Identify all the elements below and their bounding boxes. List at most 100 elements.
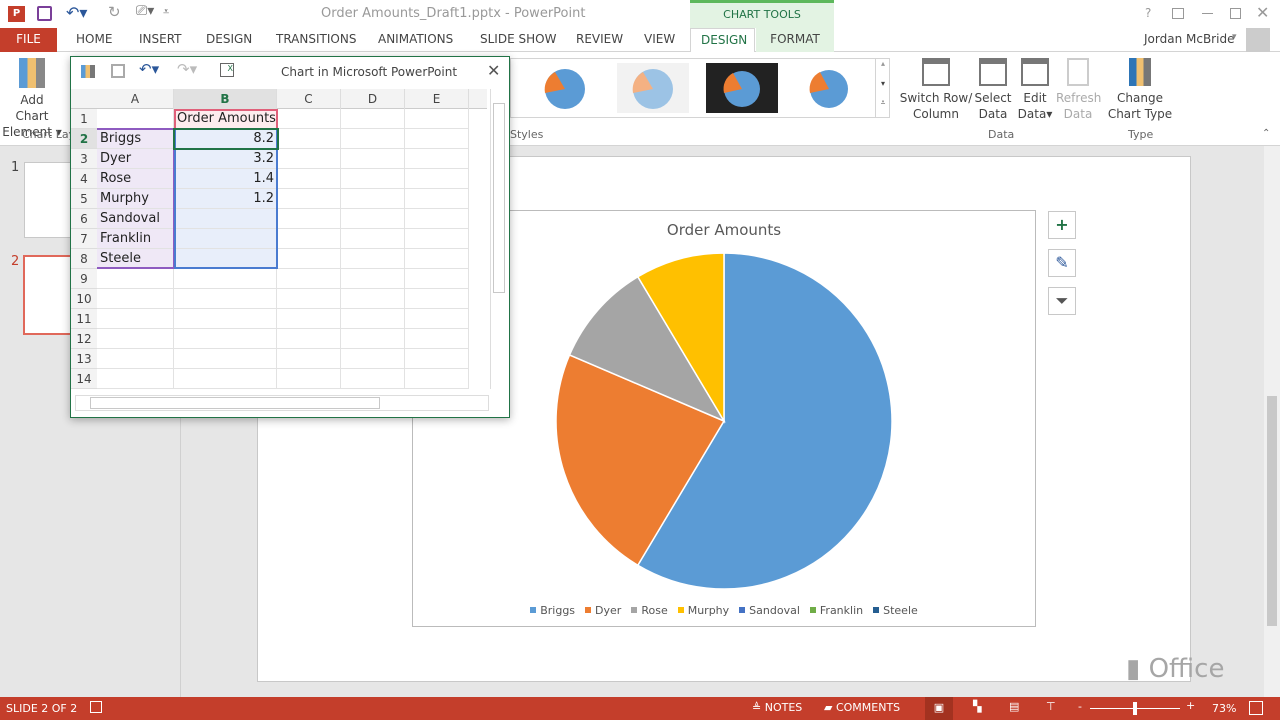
notes-button[interactable]: ≜ NOTES <box>752 701 802 714</box>
customize-qat-icon[interactable]: ⩡ <box>163 5 169 19</box>
redo-icon[interactable]: ↻ <box>108 3 121 21</box>
comments-button[interactable]: ▰ COMMENTS <box>824 701 900 714</box>
fit-slide-icon[interactable] <box>1249 701 1263 715</box>
close-spreadsheet-icon[interactable]: ✕ <box>487 61 500 80</box>
cell[interactable] <box>405 129 469 149</box>
chart-legend[interactable]: Briggs Dyer Rose Murphy Sandoval Franklin Stee… <box>413 602 1035 617</box>
cell-a11[interactable] <box>97 309 174 329</box>
cell[interactable] <box>341 309 405 329</box>
save-icon[interactable] <box>111 64 125 78</box>
legend-entry-murphy[interactable]: Murphy <box>677 604 729 617</box>
cell[interactable] <box>341 129 405 149</box>
save-icon[interactable] <box>37 6 52 21</box>
zoom-level[interactable]: 73% <box>1212 702 1236 715</box>
row-header[interactable]: 10 <box>71 289 97 309</box>
edit-data-button[interactable]: Edit Data▾ <box>1014 58 1056 122</box>
cell-a10[interactable] <box>97 289 174 309</box>
cell-a14[interactable] <box>97 369 174 389</box>
cell[interactable] <box>341 169 405 189</box>
cell[interactable] <box>405 329 469 349</box>
cell-b11[interactable] <box>174 309 277 329</box>
cell[interactable] <box>341 349 405 369</box>
cell[interactable] <box>277 229 341 249</box>
maximize-icon[interactable] <box>1230 8 1241 19</box>
change-chart-type-button[interactable]: Change Chart Type <box>1106 58 1174 122</box>
chart-style-thumb-3[interactable] <box>706 63 778 113</box>
cell-b10[interactable] <box>174 289 277 309</box>
gallery-scroll-up[interactable]: ▴ <box>875 59 890 79</box>
cell[interactable] <box>277 129 341 149</box>
collapse-ribbon-icon[interactable]: ⌃ <box>1262 128 1270 139</box>
switch-row-column-button[interactable]: Switch Row/Column <box>898 58 974 122</box>
column-header-e[interactable]: E <box>405 89 469 109</box>
tab-animations[interactable]: ANIMATIONS <box>368 28 463 52</box>
legend-entry-sandoval[interactable]: Sandoval <box>739 604 800 617</box>
tab-insert[interactable]: INSERT <box>129 28 192 52</box>
normal-view-button[interactable]: ▣ <box>925 697 953 720</box>
slide-show-button[interactable]: ⊤ <box>1046 700 1056 713</box>
cell[interactable] <box>277 189 341 209</box>
row-header[interactable]: 13 <box>71 349 97 369</box>
user-name[interactable]: Jordan McBride <box>1134 28 1244 52</box>
tab-home[interactable]: HOME <box>66 28 122 52</box>
cell[interactable] <box>277 329 341 349</box>
ribbon-display-options-icon[interactable] <box>1172 8 1184 19</box>
cell[interactable] <box>341 109 405 129</box>
spreadsheet-vscroll[interactable] <box>490 89 507 389</box>
zoom-slider[interactable] <box>1090 702 1180 715</box>
row-header[interactable]: 12 <box>71 329 97 349</box>
chart-style-thumb-1[interactable] <box>544 69 585 109</box>
tab-chart-format[interactable]: FORMAT <box>756 28 834 52</box>
cell[interactable] <box>405 249 469 269</box>
cell-b12[interactable] <box>174 329 277 349</box>
tab-design[interactable]: DESIGN <box>196 28 262 52</box>
cell[interactable] <box>405 309 469 329</box>
undo-icon[interactable]: ↶▾ <box>66 3 87 22</box>
chart-elements-button[interactable]: + <box>1048 211 1076 239</box>
cell[interactable] <box>277 109 341 129</box>
tab-chart-design[interactable]: DESIGN <box>690 28 755 53</box>
legend-entry-dyer[interactable]: Dyer <box>585 604 621 617</box>
cell[interactable] <box>405 289 469 309</box>
gallery-more[interactable]: ⩡ <box>875 98 890 117</box>
spell-check-icon[interactable] <box>90 701 102 713</box>
cell-a9[interactable] <box>97 269 174 289</box>
redo-icon[interactable]: ↷▾ <box>177 60 197 78</box>
cell[interactable] <box>405 269 469 289</box>
cell-b9[interactable] <box>174 269 277 289</box>
column-header-d[interactable]: D <box>341 89 405 109</box>
row-header[interactable]: 3 <box>71 149 97 169</box>
help-button[interactable]: ? <box>1145 6 1151 20</box>
cell[interactable] <box>405 169 469 189</box>
cell[interactable] <box>277 269 341 289</box>
cell[interactable] <box>405 349 469 369</box>
cell[interactable] <box>341 149 405 169</box>
cell[interactable] <box>341 189 405 209</box>
active-cell[interactable] <box>173 128 279 150</box>
cell-b13[interactable] <box>174 349 277 369</box>
zoom-in-button[interactable]: + <box>1186 699 1195 712</box>
row-header[interactable]: 9 <box>71 269 97 289</box>
cell[interactable] <box>405 209 469 229</box>
row-header[interactable]: 6 <box>71 209 97 229</box>
cell[interactable] <box>277 249 341 269</box>
chart-style-thumb-4[interactable] <box>809 70 848 108</box>
cell[interactable] <box>277 309 341 329</box>
legend-entry-steele[interactable]: Steele <box>873 604 918 617</box>
cell[interactable] <box>341 209 405 229</box>
cell[interactable] <box>341 269 405 289</box>
legend-entry-rose[interactable]: Rose <box>631 604 668 617</box>
tab-transitions[interactable]: TRANSITIONS <box>266 28 366 52</box>
start-slideshow-icon[interactable]: ⎚▾ <box>136 3 154 19</box>
zoom-out-button[interactable]: - <box>1078 700 1082 713</box>
undo-icon[interactable]: ↶▾ <box>139 60 159 78</box>
cell[interactable] <box>405 109 469 129</box>
cell-b14[interactable] <box>174 369 277 389</box>
cell-a12[interactable] <box>97 329 174 349</box>
cell[interactable] <box>405 369 469 389</box>
cell[interactable] <box>341 249 405 269</box>
row-header[interactable]: 1 <box>71 109 97 129</box>
chart-styles-button[interactable]: ✎ <box>1048 249 1076 277</box>
row-header[interactable]: 4 <box>71 169 97 189</box>
row-header[interactable]: 14 <box>71 369 97 389</box>
